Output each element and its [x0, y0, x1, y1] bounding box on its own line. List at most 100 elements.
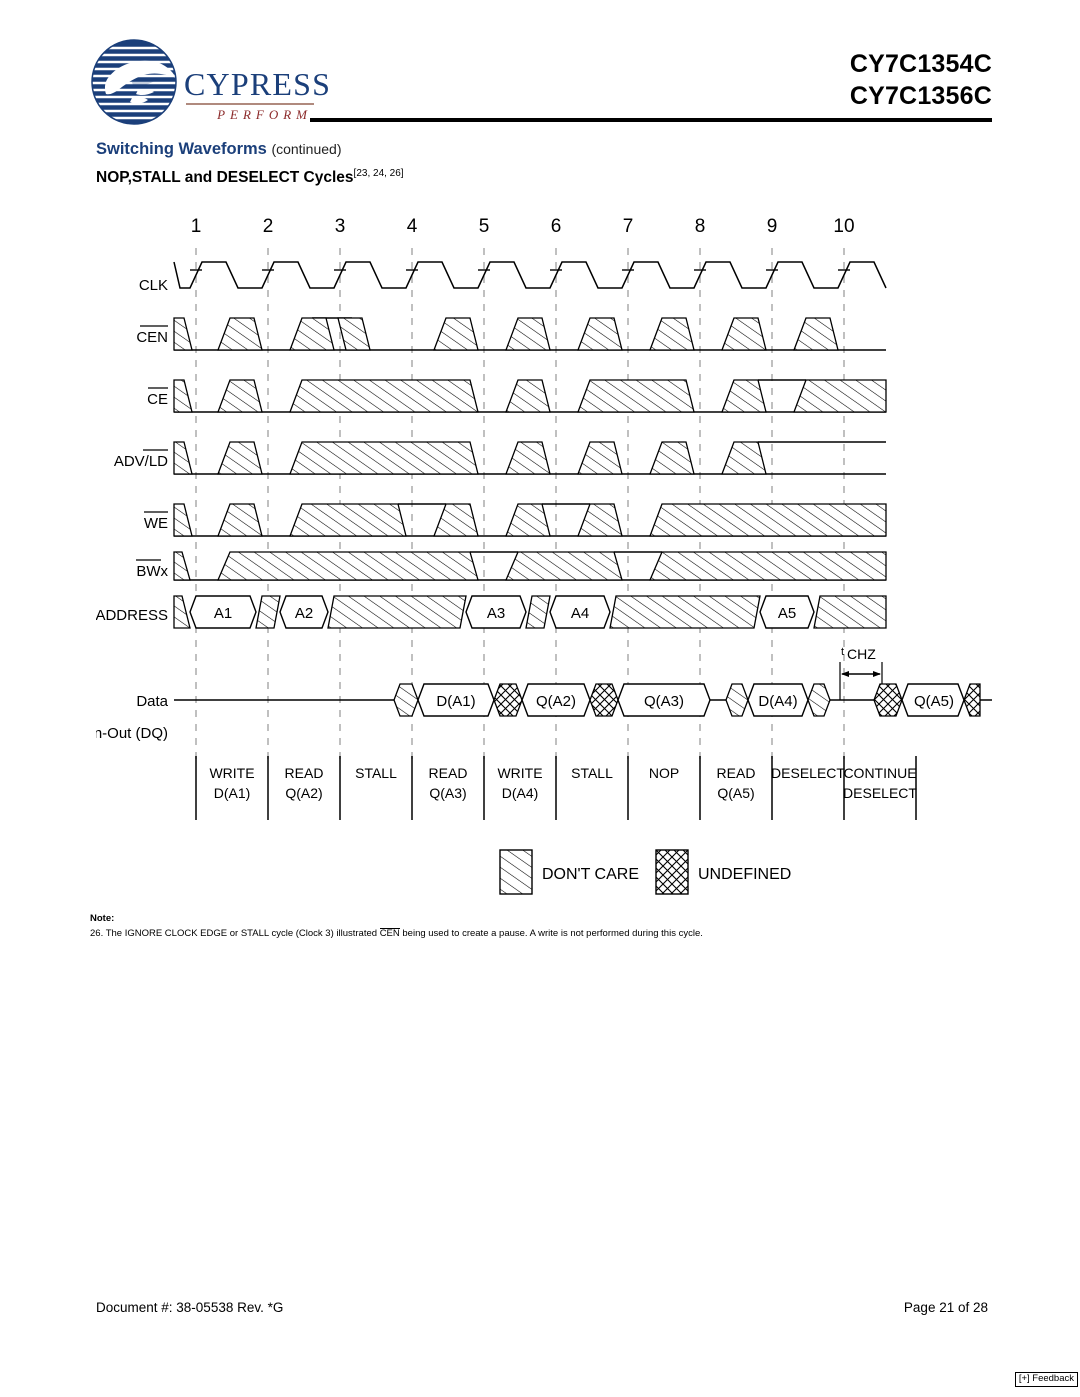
legend-label-dont-care: DON'T CARE	[542, 866, 639, 883]
note-text-before: The IGNORE CLOCK EDGE or STALL cycle (Cl…	[105, 927, 378, 939]
logo-cypress-text: CYPRESS	[184, 66, 332, 102]
data-row-label-line2: In-Out (DQ)	[96, 725, 168, 742]
note-label: Note:	[90, 913, 115, 924]
data-value: Q(A2)	[536, 693, 576, 710]
note-text-after: being used to create a pause. A write is…	[402, 927, 703, 939]
address-dontcare	[327, 595, 467, 629]
cypress-logo: CYPRESS PERFORM	[88, 38, 330, 133]
header-divider	[310, 118, 992, 122]
address-dontcare	[609, 595, 761, 629]
note-block: Note: 26. The IGNORE CLOCK EDGE or STALL…	[90, 912, 990, 941]
signal-row-clk: CLK	[139, 261, 887, 294]
operation-sublabel: D(A4)	[502, 785, 539, 801]
signal-label-adv-ld: ADV/LD	[114, 453, 168, 470]
data-dontcare	[807, 683, 831, 717]
address-dontcare	[255, 595, 281, 629]
address-dontcare	[813, 595, 887, 629]
timing-diagram-svg: 1 2 3 4 5 6 7 8 9 10 CLK CEN CE ADV/LD W…	[96, 216, 992, 895]
cycle-number: 2	[263, 216, 274, 237]
cycle-number: 9	[767, 216, 778, 237]
cycle-number: 10	[833, 216, 854, 237]
tchz-label: CHZ	[847, 646, 876, 662]
address-dontcare	[173, 595, 191, 629]
data-undefined	[963, 683, 981, 717]
signal-label-ce: CE	[147, 391, 168, 408]
data-dontcare	[725, 683, 749, 717]
section-title: Switching Waveforms (continued)	[96, 140, 341, 159]
note-overbar-word: CEN	[379, 927, 400, 939]
part-number-2: CY7C1356C	[849, 82, 992, 110]
timing-diagram: 1 2 3 4 5 6 7 8 9 10 CLK CEN CE ADV/LD W…	[96, 200, 996, 900]
figure-title-refs: [23, 24, 26]	[353, 168, 404, 179]
signal-row-cen: CEN	[136, 317, 886, 351]
ce-dontcare-bands	[173, 379, 887, 413]
signal-row-address: ADDRESS A1 A2 A3 A4 A5	[96, 595, 887, 629]
operation-sublabel: Q(A3)	[429, 785, 466, 801]
data-undefined	[873, 683, 903, 717]
feedback-button[interactable]: [+] Feedback	[1014, 1372, 1078, 1388]
cycle-number: 4	[407, 216, 418, 237]
diagram-legend: DON'T CARE UNDEFINED	[499, 849, 791, 895]
part-number-list: CY7C1354C CY7C1356C	[850, 48, 992, 112]
signal-label-we: WE	[144, 515, 168, 532]
section-title-continued: (continued)	[271, 141, 342, 157]
address-value: A1	[214, 605, 232, 622]
section-title-text: Switching Waveforms	[96, 140, 267, 158]
address-dontcare	[525, 595, 551, 629]
signal-label-ce-group: CE	[147, 387, 168, 408]
we-dontcare-bands	[173, 503, 887, 537]
note-text: 26. The IGNORE CLOCK EDGE or STALL cycle…	[90, 927, 990, 942]
cycle-number: 7	[623, 216, 634, 237]
signal-label-cen-group: CEN	[136, 325, 168, 346]
data-value: Q(A5)	[914, 693, 954, 710]
cypress-globe-icon	[91, 39, 177, 125]
operation-label: STALL	[571, 765, 613, 781]
adv-ld-dontcare-bands	[173, 441, 767, 475]
operation-label: CONTINUE	[843, 765, 916, 781]
signal-row-we: WE	[144, 503, 887, 537]
data-value: D(A1)	[436, 693, 475, 710]
tchz-superscript: t	[841, 646, 844, 658]
operation-label: READ	[285, 765, 324, 781]
address-value: A3	[487, 605, 505, 622]
cen-dontcare-bands	[173, 317, 839, 351]
data-value: D(A4)	[758, 693, 797, 710]
operation-sublabel: DESELECT	[843, 785, 917, 801]
note-number: 26.	[90, 927, 104, 939]
operation-sublabel: D(A1)	[214, 785, 251, 801]
figure-title: NOP,STALL and DESELECT Cycles[23, 24, 26…	[96, 168, 404, 187]
bwx-dontcare-bands	[173, 551, 887, 581]
page-header: CYPRESS PERFORM CY7C1354C CY7C1356C	[0, 0, 1080, 135]
signal-label-bwx: BWx	[136, 563, 168, 580]
operation-label: WRITE	[497, 765, 542, 781]
data-undefined	[493, 683, 523, 717]
operation-label: READ	[717, 765, 756, 781]
document-id: Document #: 38-05538 Rev. *G	[96, 1300, 284, 1315]
cypress-wordmark: CYPRESS PERFORM	[184, 66, 332, 123]
operation-sublabel: Q(A2)	[285, 785, 322, 801]
signal-label-clk: CLK	[139, 277, 168, 294]
operation-label: STALL	[355, 765, 397, 781]
signal-label-adv-ld-group: ADV/LD	[114, 449, 168, 470]
signal-row-adv-ld: ADV/LD	[114, 441, 886, 475]
operation-sublabel: Q(A5)	[717, 785, 754, 801]
part-number-1: CY7C1354C	[849, 50, 992, 78]
cycle-number-labels: 1 2 3 4 5 6 7 8 9 10	[191, 216, 855, 237]
clk-waveform	[173, 261, 887, 289]
signal-label-we-group: WE	[144, 511, 168, 532]
legend-swatch-dont-care	[499, 849, 533, 895]
data-row-label-line1: Data	[136, 693, 168, 710]
cycle-number: 8	[695, 216, 706, 237]
cycle-number: 5	[479, 216, 490, 237]
operation-label: DESELECT	[771, 765, 845, 781]
signal-label-address: ADDRESS	[96, 607, 168, 624]
signal-label-cen: CEN	[136, 329, 168, 346]
cycle-number: 6	[551, 216, 562, 237]
logo-divider	[186, 103, 314, 105]
operation-labels: WRITE D(A1) READ Q(A2) STALL READ Q(A3) …	[209, 765, 917, 801]
data-value: Q(A3)	[644, 693, 684, 710]
signal-row-data: Data In-Out (DQ) D(A1) Q(A2) Q(A3) D(A4)…	[96, 683, 992, 742]
cycle-number: 1	[191, 216, 202, 237]
signal-row-ce: CE	[147, 379, 887, 413]
data-undefined	[589, 683, 619, 717]
